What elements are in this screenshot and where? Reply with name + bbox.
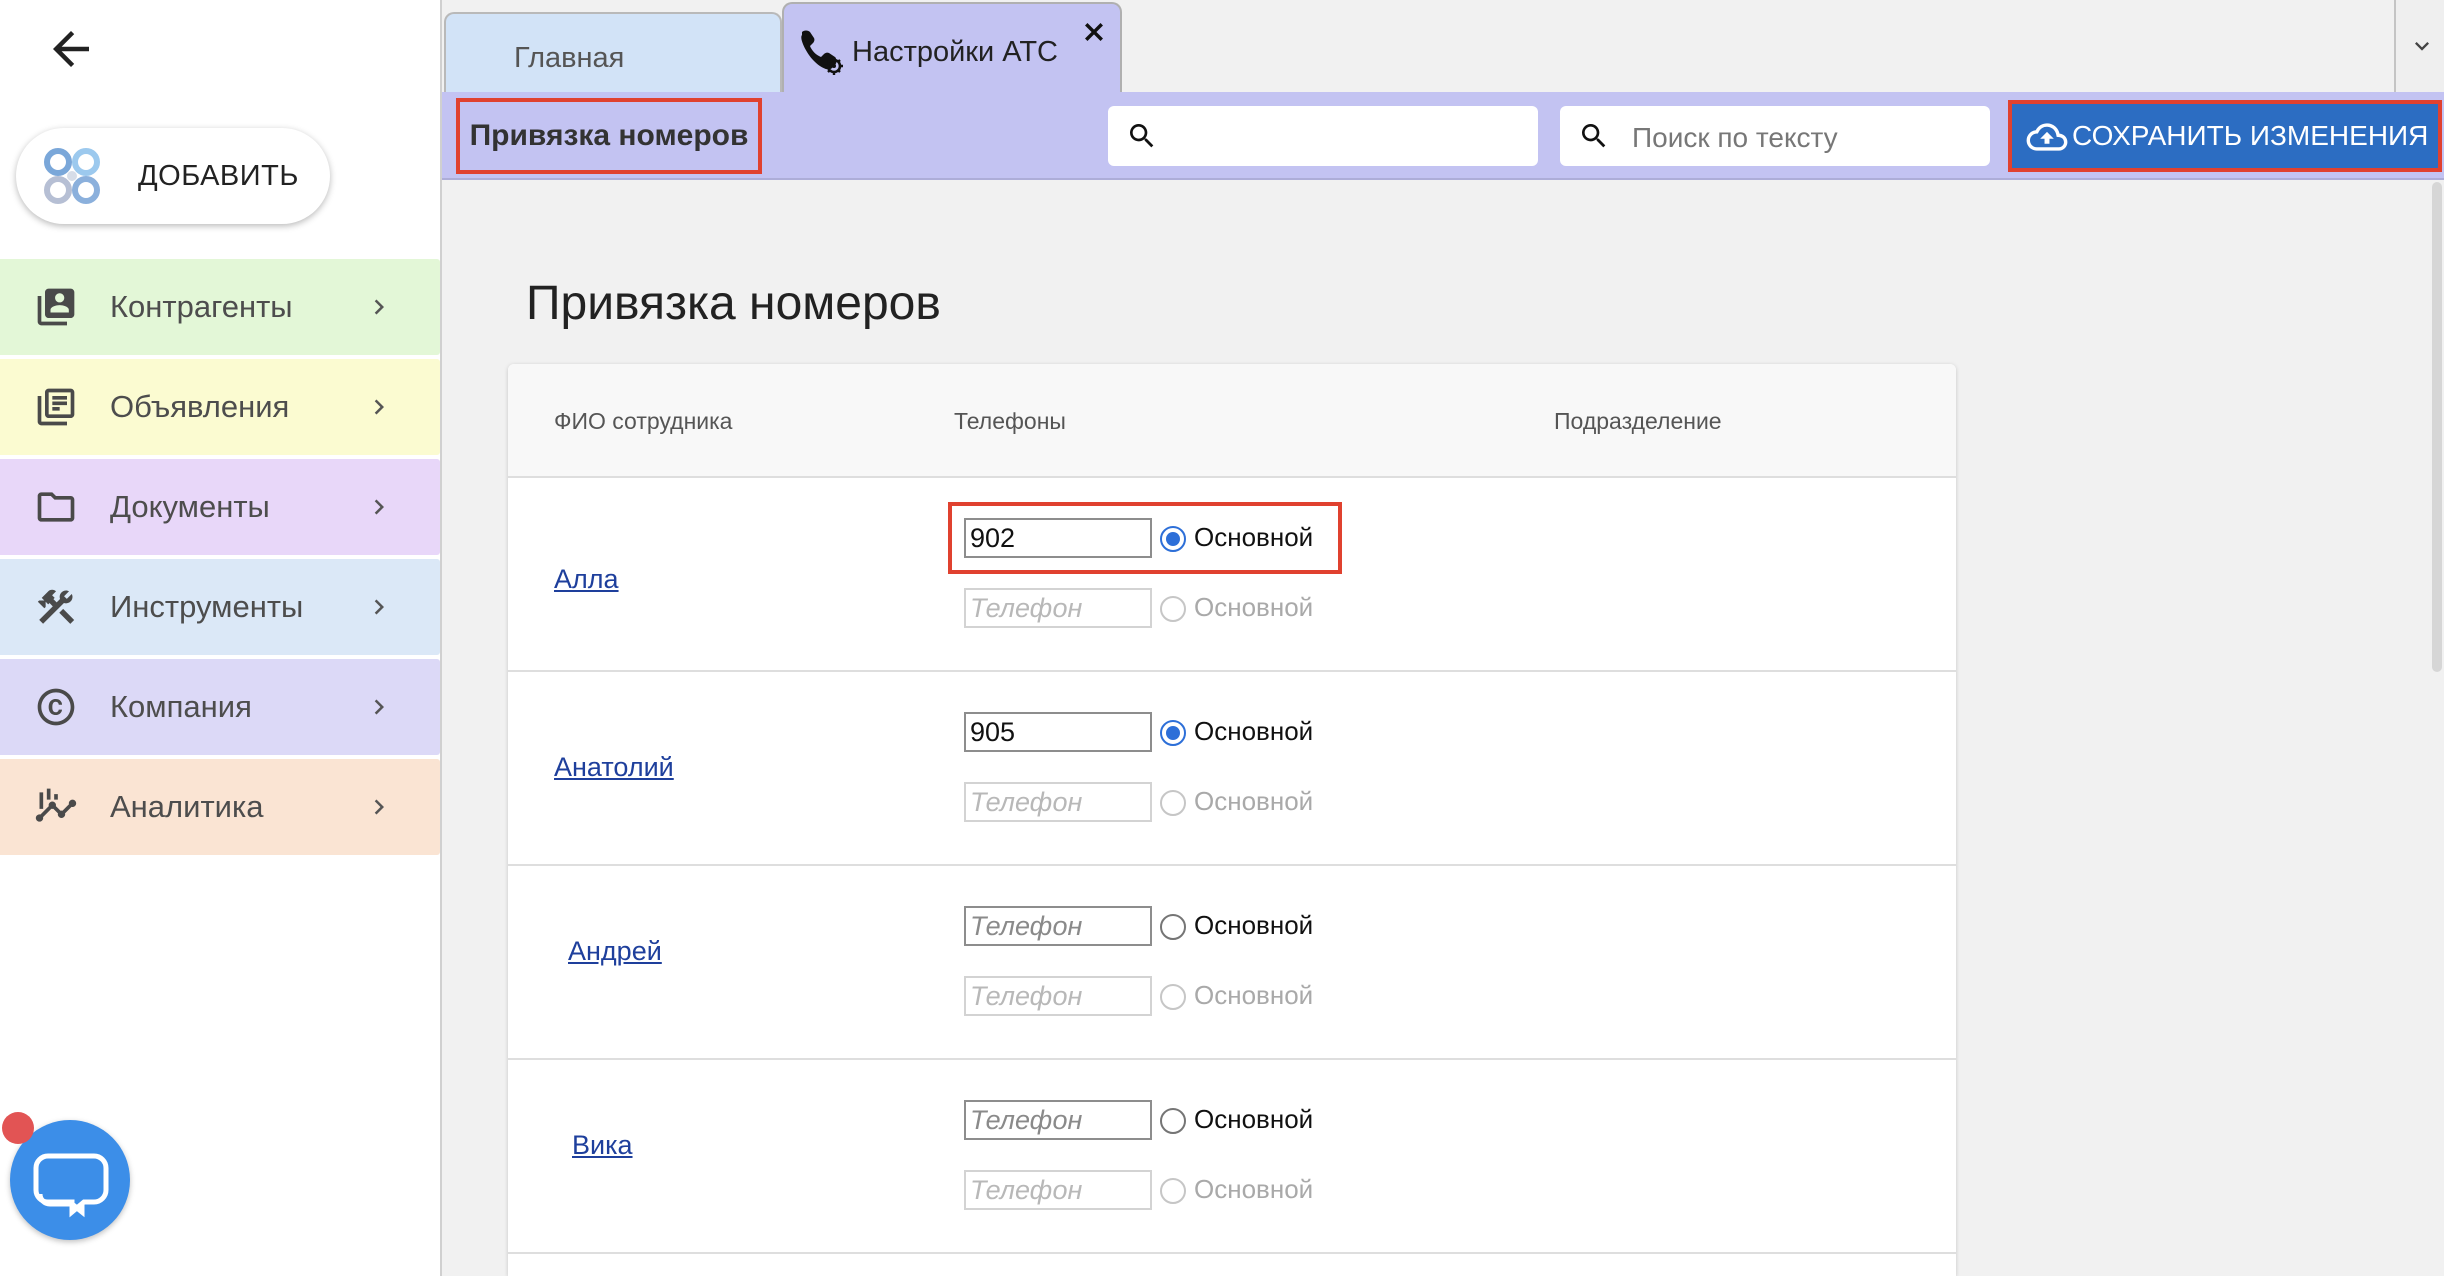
- chevron-right-icon: [374, 599, 384, 615]
- table-row: Андрей Телефон Основной Телефон Основной: [508, 866, 1956, 1060]
- primary-radio[interactable]: [1160, 1178, 1186, 1204]
- sidebar-item-label: Компания: [110, 689, 252, 724]
- primary-radio[interactable]: [1160, 596, 1186, 622]
- table-row: Анатолий 905 Основной Телефон Основной: [508, 672, 1956, 866]
- add-logo-icon: [44, 148, 100, 204]
- chevron-right-icon: [374, 799, 384, 815]
- save-button-label: СОХРАНИТЬ ИЗМЕНЕНИЯ: [2072, 120, 2429, 151]
- phone-settings-icon: [801, 30, 843, 75]
- table-row: Алла 902 Основной Телефон Основной: [508, 478, 1956, 672]
- analytics-icon: [35, 788, 77, 822]
- search-icon: [1130, 124, 1154, 148]
- employee-name-link[interactable]: Анатолий: [554, 752, 674, 783]
- employee-name-link[interactable]: Алла: [554, 564, 619, 595]
- add-button-label: ДОБАВИТЬ: [138, 159, 299, 192]
- sidebar-item-announcements[interactable]: Объявления: [0, 359, 440, 455]
- phone-field[interactable]: Телефон: [964, 976, 1152, 1016]
- employee-name-link[interactable]: Андрей: [568, 936, 662, 967]
- text-search-input[interactable]: Поиск по тексту: [1560, 106, 1990, 166]
- phone-field[interactable]: 902: [964, 518, 1152, 558]
- table-row: Вика Телефон Основной Телефон Основной: [508, 1060, 1956, 1254]
- employee-name-link[interactable]: Вика: [572, 1130, 633, 1161]
- contacts-icon: [37, 288, 75, 326]
- section-title-box: Привязка номеров: [456, 98, 762, 174]
- sidebar-item-company[interactable]: Компания: [0, 659, 440, 755]
- tab-label: Главная: [514, 42, 625, 74]
- primary-radio[interactable]: [1160, 1108, 1186, 1134]
- column-header-department: Подразделение: [1554, 408, 1722, 434]
- chevron-right-icon: [374, 399, 384, 415]
- primary-radio[interactable]: [1160, 914, 1186, 940]
- chevron-right-icon: [374, 499, 384, 515]
- tab-home[interactable]: Главная: [444, 12, 782, 92]
- sidebar-item-label: Объявления: [110, 389, 290, 424]
- sidebar-item-label: Контрагенты: [110, 289, 293, 324]
- save-changes-button[interactable]: СОХРАНИТЬ ИЗМЕНЕНИЯ: [2008, 100, 2442, 172]
- page-title: Привязка номеров: [526, 277, 941, 330]
- folder-icon: [37, 492, 75, 522]
- primary-radio-label: Основной: [1194, 522, 1314, 552]
- sidebar-item-label: Документы: [110, 489, 270, 524]
- search-icon: [1582, 124, 1606, 148]
- notification-dot: [2, 1112, 34, 1144]
- phone-field[interactable]: Телефон: [964, 906, 1152, 946]
- sidebar-item-label: Аналитика: [110, 789, 264, 824]
- scrollbar[interactable]: [2430, 182, 2444, 672]
- phone-field[interactable]: Телефон: [964, 1170, 1152, 1210]
- toolbar: Привязка номеров Поиск по тексту СОХРАНИ…: [442, 92, 2444, 180]
- phone-binding-table: ФИО сотрудника Телефоны Подразделение Ал…: [508, 364, 1956, 1276]
- primary-radio[interactable]: [1160, 984, 1186, 1010]
- sidebar-item-documents[interactable]: Документы: [0, 459, 440, 555]
- sidebar: ДОБАВИТЬ Контрагенты Объявления Документ…: [0, 0, 440, 1276]
- primary-radio[interactable]: [1160, 526, 1186, 552]
- tab-ats-settings[interactable]: Настройки АТС: [782, 2, 1122, 92]
- cloud-upload-icon: [2026, 123, 2068, 151]
- announcements-icon: [37, 388, 75, 426]
- tab-label: Настройки АТС: [852, 36, 1058, 68]
- primary-radio-label: Основной: [1194, 1104, 1314, 1134]
- sidebar-item-analytics[interactable]: Аналитика: [0, 759, 440, 855]
- phone-field[interactable]: Телефон: [964, 1100, 1152, 1140]
- main-area: Главная Настройки АТС Привязка номеров П…: [440, 0, 2444, 1276]
- phone-field[interactable]: 905: [964, 712, 1152, 752]
- tabs-menu-button[interactable]: [2394, 0, 2444, 92]
- column-header-phones: Телефоны: [954, 408, 1066, 434]
- primary-radio-label: Основной: [1194, 786, 1314, 816]
- sidebar-item-contractors[interactable]: Контрагенты: [0, 259, 440, 355]
- chevron-down-icon: [2415, 42, 2429, 51]
- chevron-right-icon: [374, 699, 384, 715]
- primary-radio-label: Основной: [1194, 980, 1314, 1010]
- search-placeholder: Поиск по тексту: [1632, 122, 1838, 153]
- phone-field[interactable]: Телефон: [964, 782, 1152, 822]
- primary-radio-label: Основной: [1194, 592, 1314, 622]
- phone-field[interactable]: Телефон: [964, 588, 1152, 628]
- primary-radio-label: Основной: [1194, 716, 1314, 746]
- column-header-name: ФИО сотрудника: [554, 408, 733, 434]
- tools-icon: [37, 589, 75, 624]
- primary-radio-label: Основной: [1194, 1174, 1314, 1204]
- sidebar-nav: Контрагенты Объявления Документы Инструм…: [0, 259, 440, 859]
- sidebar-item-label: Инструменты: [110, 589, 304, 624]
- copyright-icon: [37, 688, 75, 726]
- tab-bar: Главная Настройки АТС: [442, 0, 2444, 92]
- search-input[interactable]: [1108, 106, 1538, 166]
- primary-radio[interactable]: [1160, 720, 1186, 746]
- chevron-right-icon: [374, 299, 384, 315]
- primary-radio-label: Основной: [1194, 910, 1314, 940]
- add-button[interactable]: ДОБАВИТЬ: [16, 128, 330, 224]
- scrollbar-thumb[interactable]: [2432, 182, 2442, 672]
- section-title: Привязка номеров: [469, 119, 749, 152]
- back-arrow-icon[interactable]: [44, 22, 98, 76]
- table-header: ФИО сотрудника Телефоны Подразделение: [508, 364, 1956, 478]
- sidebar-item-tools[interactable]: Инструменты: [0, 559, 440, 655]
- primary-radio[interactable]: [1160, 790, 1186, 816]
- close-icon[interactable]: [1080, 18, 1108, 46]
